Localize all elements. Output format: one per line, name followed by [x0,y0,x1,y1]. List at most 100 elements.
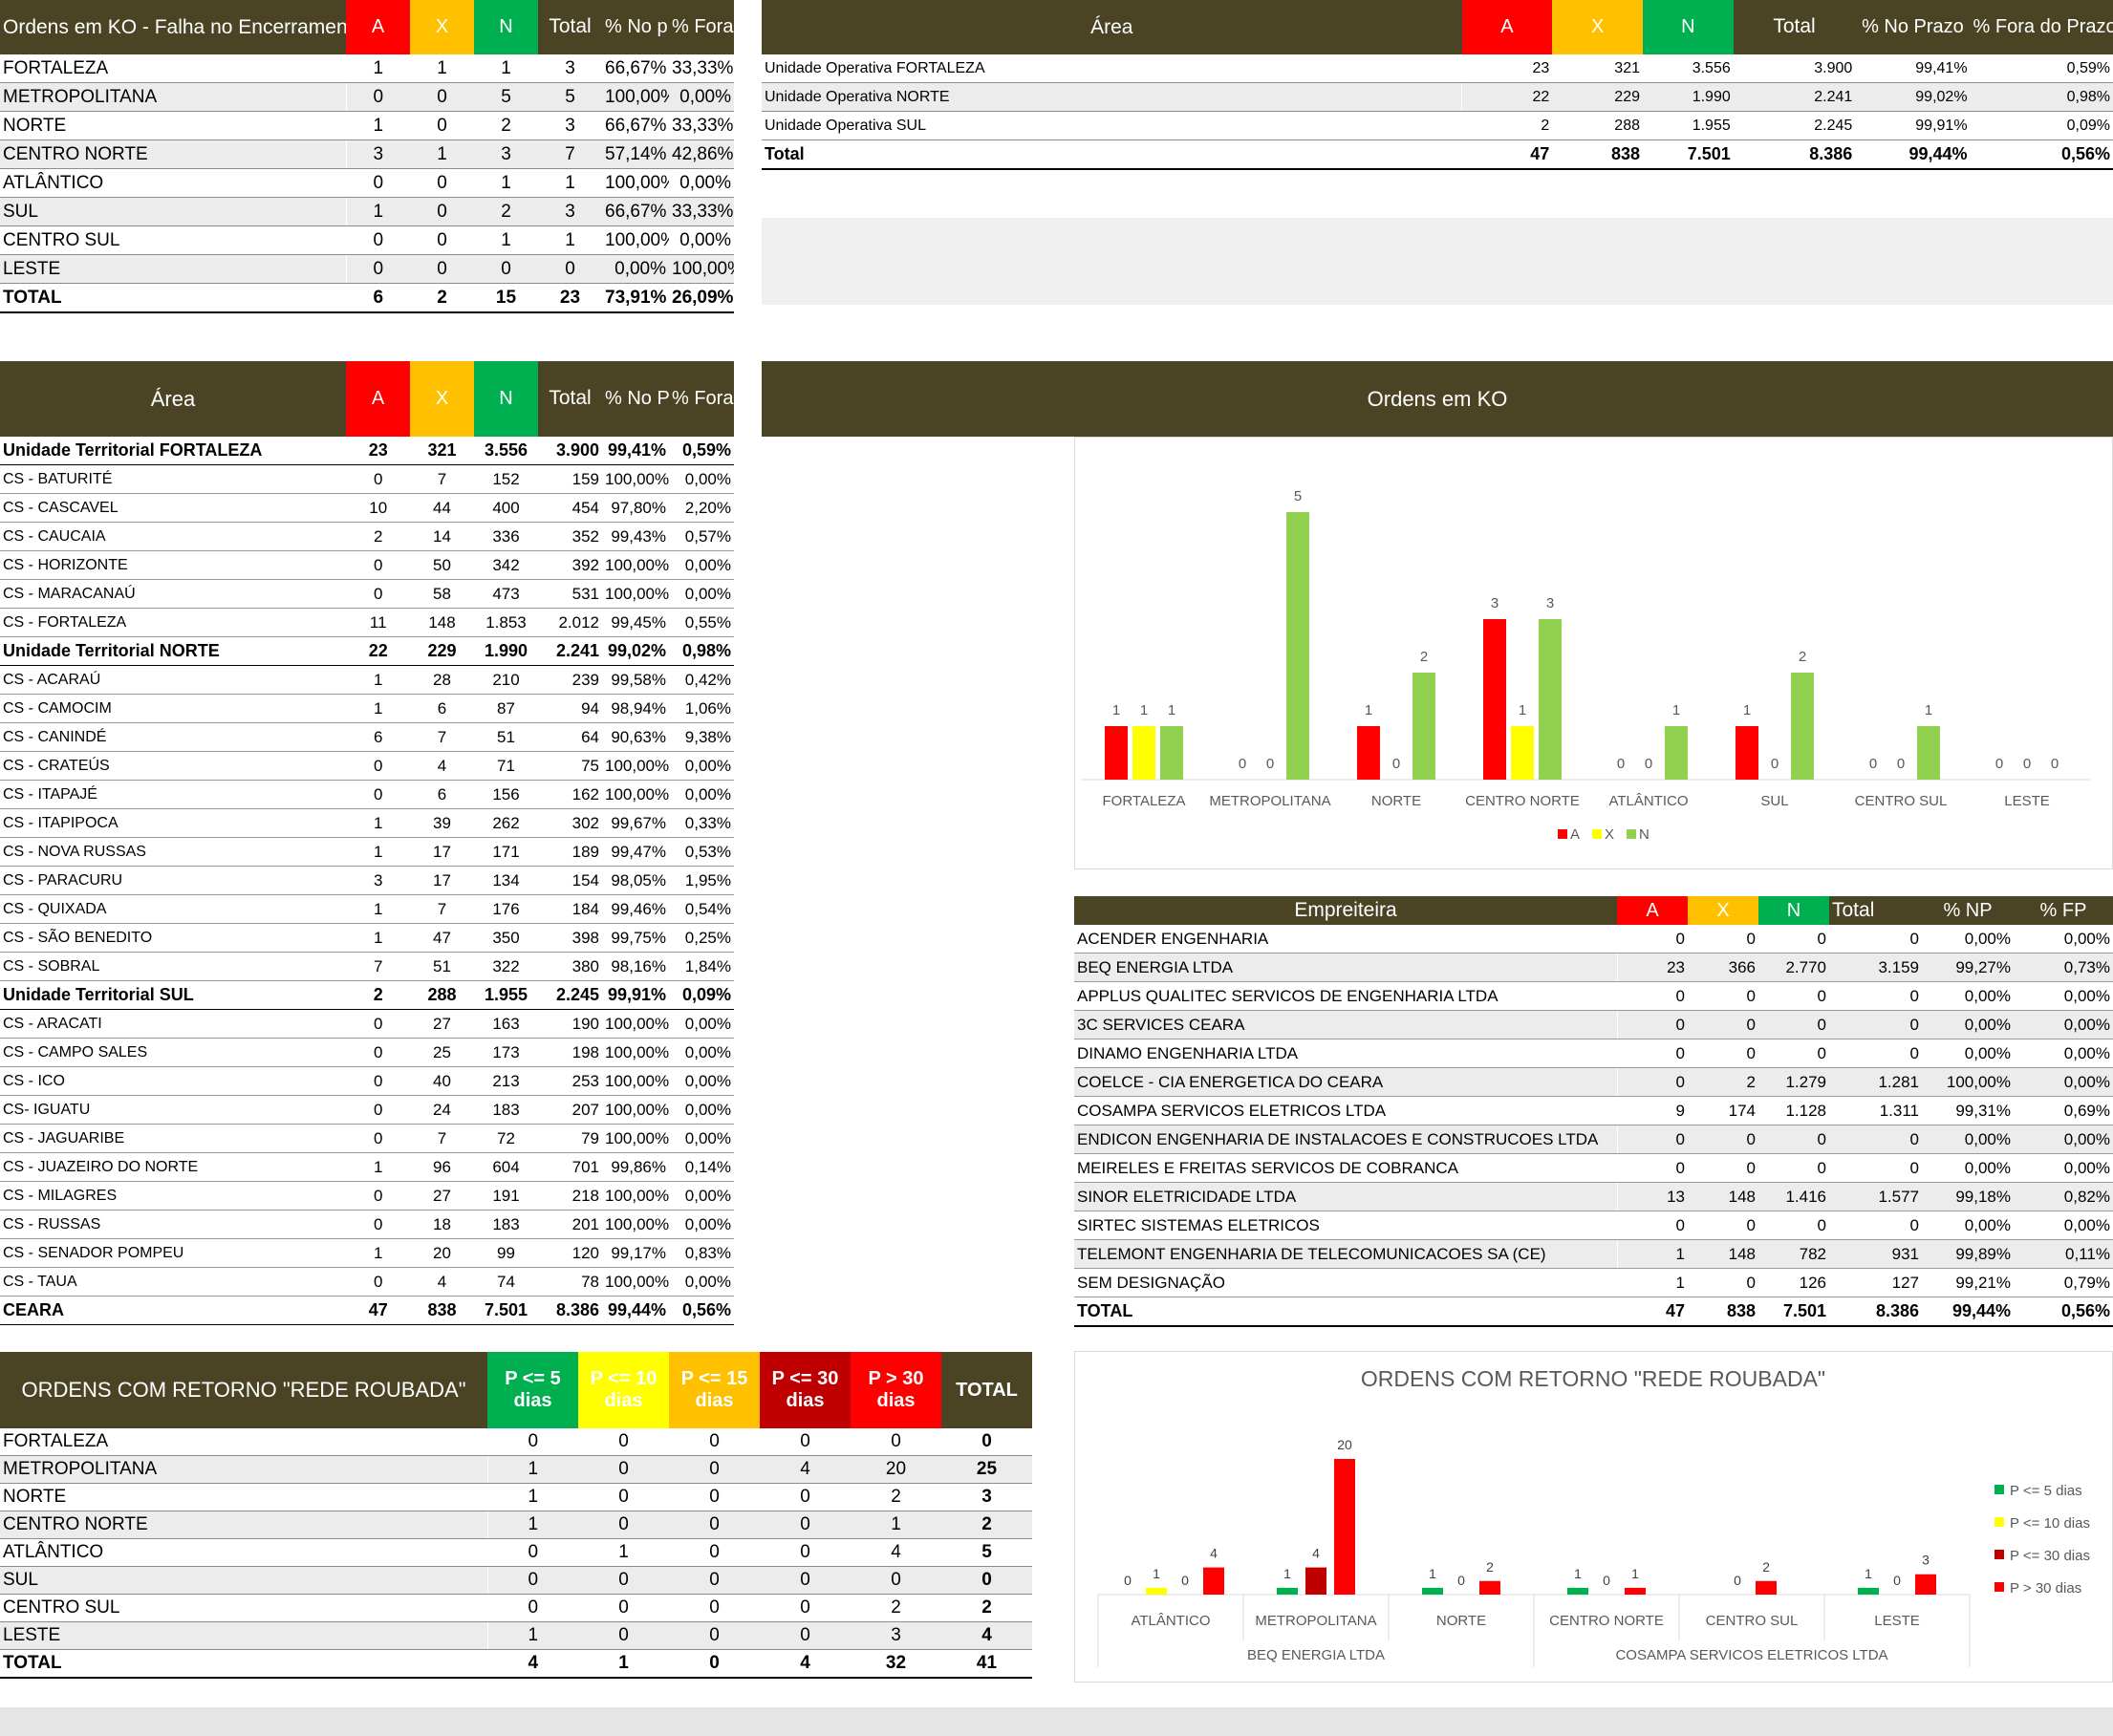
cell: 0 [851,1428,941,1456]
table-row: MEIRELES E FREITAS SERVICOS DE COBRANCA 0… [1074,1153,2113,1183]
cell: 100,00% [602,82,669,112]
cell: 42,86% [669,139,734,169]
cell: 0 [1688,1125,1758,1154]
cell: 3.900 [538,437,602,465]
table-row: CS - BATURITÉ 0 7 152 159 100,00% 0,00% [0,464,734,494]
row-label: LESTE [0,254,347,284]
table-row: TELEMONT ENGENHARIA DE TELECOMUNICACOES … [1074,1239,2113,1269]
cell: 126 [1758,1268,1829,1297]
table-row: CS - JUAZEIRO DO NORTE 1 96 604 701 99,86% 0,1… [0,1152,734,1182]
col-a: A [1461,0,1553,54]
cell: 100,00% [602,751,669,781]
row-label: Unidade Operativa FORTALEZA [762,54,1462,83]
cell: 190 [538,1009,602,1039]
cell: 0 [1617,925,1688,954]
cell: 7 [410,1124,474,1153]
cell: 25 [941,1455,1032,1484]
cell: 207 [538,1095,602,1125]
cell: 322 [474,952,538,981]
col-a: A [346,361,410,437]
cell: 184 [538,894,602,924]
cell: 229 [410,636,474,666]
table-row: ENDICON ENGENHARIA DE INSTALACOES E CONS… [1074,1125,2113,1154]
cell: 1.853 [474,608,538,637]
cell: 99,58% [602,665,669,695]
cell: 1 [578,1649,669,1679]
cell: 0,00% [1922,981,2014,1011]
col-np: % NP [1922,896,2014,925]
cell: 210 [474,665,538,695]
cell: 0 [669,1428,760,1456]
ko-chart-header: Ordens em KO [762,361,2113,437]
data-label: 4 [1312,1546,1320,1561]
cell: 99,43% [602,522,669,551]
cell: 99,47% [602,837,669,867]
cell: 0 [1688,981,1758,1011]
cell: 0 [1758,1211,1829,1240]
cell: 66,67% [602,54,669,83]
cell: 0,00% [669,1066,734,1096]
cell: 0 [1758,981,1829,1011]
area-header: Área [0,361,346,437]
legend-swatch [1994,1582,2004,1592]
cell: 0 [346,751,410,781]
bar-n [1665,726,1688,780]
cell: 3 [941,1483,1032,1511]
cell: 1.279 [1758,1067,1829,1097]
cell: 10 [346,493,410,523]
row-label: CS - CAUCAIA [0,522,347,551]
cell: 7 [410,464,474,494]
row-label: CS - TAUA [0,1267,347,1297]
row-label: CS - FORTALEZA [0,608,347,637]
cell: 0,00% [669,1095,734,1125]
cell: 2 [474,197,538,226]
cell: 22 [346,636,410,666]
table-row: NORTE 1 0 2 3 66,67% 33,33% [0,111,734,140]
data-label: 0 [1181,1573,1189,1588]
table-row: TOTAL 47 838 7.501 8.386 99,44% 0,56% [1074,1297,2113,1327]
cell: 23 [1461,54,1553,83]
cell: 79 [538,1124,602,1153]
cell: 9,38% [669,722,734,752]
cell: 2.241 [538,636,602,666]
cell: 0 [1829,981,1922,1011]
data-label: 1 [1168,702,1175,718]
cell: 0,00% [2014,1125,2113,1154]
cell: 74 [474,1267,538,1297]
bar-a [1736,726,1758,780]
cell: 321 [1552,54,1643,83]
row-label: Unidade Operativa SUL [762,111,1462,140]
cell: 154 [538,866,602,895]
cell: 100,00% [602,1066,669,1096]
cell: 32 [851,1649,941,1679]
row-label: ENDICON ENGENHARIA DE INSTALACOES E CONS… [1074,1125,1618,1154]
table-row: CS - CRATEÚS 0 4 71 75 100,00% 0,00% [0,751,734,781]
category-label: NORTE [1371,793,1421,809]
table-row: CS - RUSSAS 0 18 183 201 100,00% 0,00% [0,1210,734,1239]
row-label: CS - ITAPAJÉ [0,780,347,809]
category-label: CENTRO SUL [1855,793,1948,809]
row-label: TELEMONT ENGENHARIA DE TELECOMUNICACOES … [1074,1239,1618,1269]
cell: 0,00% [602,254,669,284]
cell: 1.990 [1643,82,1734,112]
cell: 0 [578,1621,669,1650]
cell: 0 [1617,1039,1688,1068]
cell: 229 [1552,82,1643,112]
table-row: CS - PARACURU 3 17 134 154 98,05% 1,95% [0,866,734,895]
cell: 0 [487,1566,578,1595]
cell: 0 [851,1566,941,1595]
data-label: 1 [1743,702,1751,718]
cell: 0 [1688,1039,1758,1068]
row-label: CS - JUAZEIRO DO NORTE [0,1152,347,1182]
cell: 3.900 [1733,54,1856,83]
table-row: CS - ICO 0 40 213 253 100,00% 0,00% [0,1066,734,1096]
cell: 3 [346,866,410,895]
cell: 148 [1688,1239,1758,1269]
cell: 1 [851,1511,941,1539]
cell: 0 [1688,1211,1758,1240]
table-row: CS - ITAPAJÉ 0 6 156 162 100,00% 0,00% [0,780,734,809]
cell: 99,44% [602,1296,669,1325]
cell: 198 [538,1038,602,1067]
cell: 2.770 [1758,953,1829,982]
col-x: X [1688,896,1758,925]
